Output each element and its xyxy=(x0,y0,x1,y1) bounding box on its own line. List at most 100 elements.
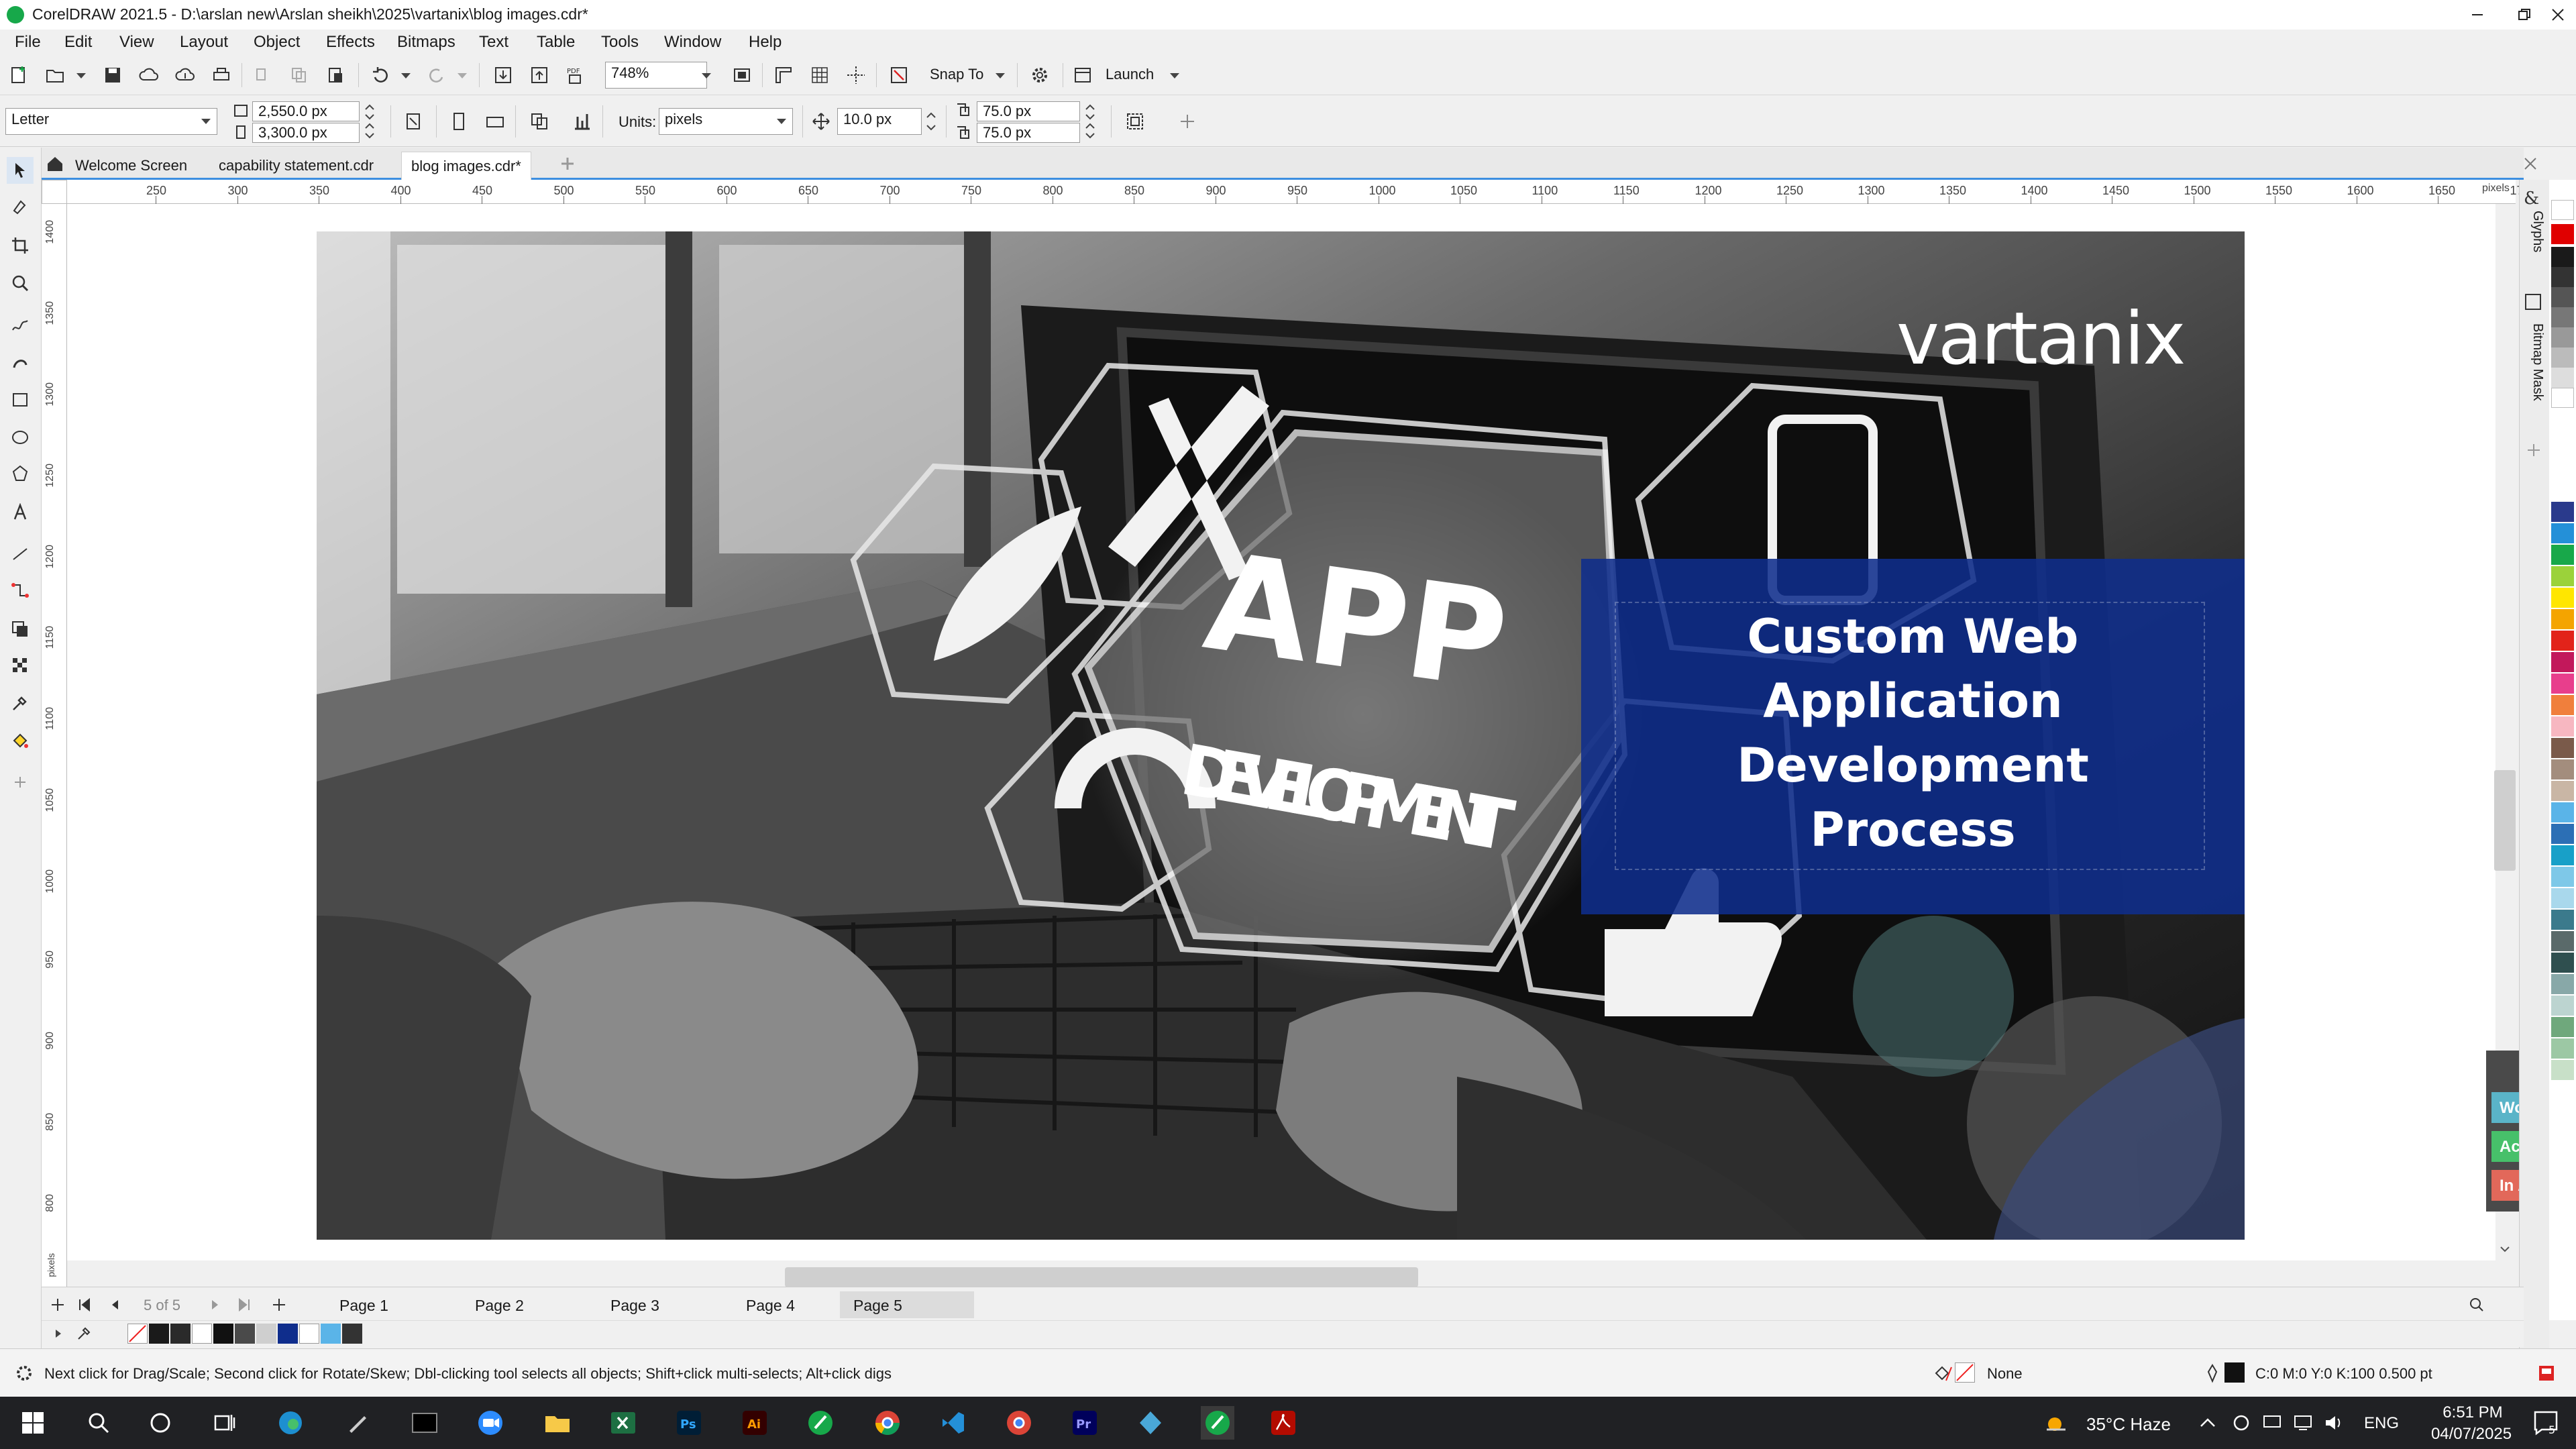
add-docker-icon[interactable] xyxy=(2525,441,2545,462)
edit-bleed-icon[interactable] xyxy=(1122,108,1148,135)
palette-swatch[interactable] xyxy=(2551,652,2574,672)
scroll-down-icon[interactable] xyxy=(2494,1238,2516,1260)
snap-off-icon[interactable] xyxy=(885,62,912,89)
last-page-icon[interactable] xyxy=(231,1291,258,1318)
full-screen-icon[interactable] xyxy=(729,62,755,89)
palette-swatch[interactable] xyxy=(2551,716,2574,737)
volume-icon[interactable] xyxy=(2317,1406,2351,1440)
palette-swatch[interactable] xyxy=(2551,609,2574,629)
doc-swatch-black-2[interactable] xyxy=(213,1324,233,1344)
palette-swatch[interactable] xyxy=(2551,845,2574,865)
export-icon[interactable] xyxy=(526,62,553,89)
vertical-ruler[interactable]: 1400 1350 1300 1250 1200 1150 1100 1050 1000 950 9… xyxy=(42,180,67,1287)
palette-swatch[interactable] xyxy=(2551,502,2574,522)
palette-swatch[interactable] xyxy=(2551,931,2574,951)
palette-swatch[interactable] xyxy=(2551,867,2574,887)
doc-swatch-white-2[interactable] xyxy=(299,1324,319,1344)
palette-swatch[interactable] xyxy=(2551,802,2574,822)
palette-swatch[interactable] xyxy=(2551,566,2574,586)
new-document-icon[interactable] xyxy=(5,62,32,89)
options-gear-icon[interactable] xyxy=(1026,62,1053,89)
launch-label[interactable]: Launch xyxy=(1106,66,1154,83)
sync-icon[interactable] xyxy=(2224,1406,2258,1440)
palette-swatch[interactable] xyxy=(2551,347,2574,368)
launch-icon[interactable] xyxy=(1069,62,1096,89)
page-tab-3[interactable]: Page 3 xyxy=(597,1291,673,1318)
menu-text[interactable]: Text xyxy=(479,33,508,52)
palette-swatch[interactable] xyxy=(2551,910,2574,930)
eyedropper-tool-icon[interactable] xyxy=(7,690,34,716)
zoom-tool-icon[interactable] xyxy=(7,270,34,297)
doc-swatch-light-gray[interactable] xyxy=(256,1324,276,1344)
duplicate-spinner-icon[interactable] xyxy=(1080,100,1100,143)
upload-cloud-icon[interactable] xyxy=(136,62,162,89)
doc-swatch-black[interactable] xyxy=(149,1324,169,1344)
network-icon[interactable] xyxy=(2286,1406,2320,1440)
snap-to-label[interactable]: Snap To xyxy=(930,66,983,83)
zoom-level-field[interactable]: 748% xyxy=(605,62,707,89)
coreldraw-taskbar-icon[interactable] xyxy=(804,1406,837,1440)
drop-shadow-tool-icon[interactable] xyxy=(7,616,34,643)
weather-text[interactable]: 35°C Haze xyxy=(2086,1414,2171,1435)
glyphs-tab[interactable]: Glyphs xyxy=(2525,211,2545,305)
bitmap-mask-tab[interactable]: Bitmap Mask xyxy=(2525,323,2545,458)
palette-swatch[interactable] xyxy=(2551,224,2574,244)
windows-start-icon[interactable] xyxy=(16,1406,50,1440)
tab-welcome-screen[interactable]: Welcome Screen xyxy=(66,152,197,180)
add-property-icon[interactable] xyxy=(1174,108,1201,135)
palette-swatch[interactable] xyxy=(2551,1038,2574,1059)
add-page-icon[interactable] xyxy=(44,1291,71,1318)
new-tab-icon[interactable] xyxy=(554,150,581,177)
interactive-fill-tool-icon[interactable] xyxy=(7,727,34,754)
outline-swatch-black[interactable] xyxy=(2224,1362,2245,1383)
menu-tools[interactable]: Tools xyxy=(601,33,639,52)
panel-title[interactable]: Custom Web Application Development Proce… xyxy=(1581,604,2245,862)
palette-swatch[interactable] xyxy=(2551,1060,2574,1080)
save-icon[interactable] xyxy=(99,62,126,89)
chrome-icon[interactable] xyxy=(871,1406,904,1440)
pen-app-icon[interactable] xyxy=(341,1406,374,1440)
illustrator-icon[interactable]: Ai xyxy=(738,1406,771,1440)
palette-swatch[interactable] xyxy=(2551,523,2574,543)
palette-swatch[interactable] xyxy=(2551,824,2574,844)
doc-swatch-navy[interactable] xyxy=(278,1324,298,1344)
redo-dropdown-icon[interactable] xyxy=(458,73,467,78)
fill-indicator-icon[interactable] xyxy=(1929,1360,1956,1387)
ruler-origin[interactable] xyxy=(42,180,67,204)
zoom-dropdown-icon[interactable] xyxy=(702,73,711,78)
page-tab-2[interactable]: Page 2 xyxy=(462,1291,537,1318)
task-view-icon[interactable] xyxy=(208,1406,241,1440)
insert-page-icon[interactable] xyxy=(266,1291,292,1318)
clock-time[interactable]: 6:51 PM xyxy=(2432,1403,2513,1422)
title-panel[interactable]: Custom Web Application Development Proce… xyxy=(1581,559,2245,914)
open-dropdown-icon[interactable] xyxy=(76,73,86,78)
publish-pdf-icon[interactable]: PDF xyxy=(562,62,589,89)
excel-icon[interactable] xyxy=(606,1406,640,1440)
previous-page-icon[interactable] xyxy=(102,1291,129,1318)
home-icon[interactable] xyxy=(42,150,68,177)
freehand-tool-icon[interactable] xyxy=(7,313,34,339)
menu-layout[interactable]: Layout xyxy=(180,33,228,52)
page-layout-icon[interactable] xyxy=(526,108,553,135)
page-size-select[interactable]: Letter xyxy=(5,108,217,135)
palette-swatch[interactable] xyxy=(2551,974,2574,994)
nudge-spinner-icon[interactable] xyxy=(922,108,941,135)
rectangle-tool-icon[interactable] xyxy=(7,386,34,413)
doc-swatch-gray[interactable] xyxy=(235,1324,255,1344)
status-gear-icon[interactable] xyxy=(11,1360,38,1387)
menu-view[interactable]: View xyxy=(119,33,154,52)
menu-edit[interactable]: Edit xyxy=(64,33,92,52)
terminal-app-icon[interactable] xyxy=(408,1406,441,1440)
palette-swatch[interactable] xyxy=(2551,996,2574,1016)
clock-date[interactable]: 04/07/2025 xyxy=(2424,1425,2518,1444)
show-guidelines-icon[interactable] xyxy=(843,62,869,89)
align-bars-icon[interactable] xyxy=(569,108,596,135)
doc-swatch-none[interactable] xyxy=(127,1324,148,1344)
open-folder-icon[interactable] xyxy=(42,62,68,89)
display-icon[interactable] xyxy=(2255,1406,2289,1440)
language-indicator[interactable]: ENG xyxy=(2364,1414,2399,1433)
doc-swatch-white[interactable] xyxy=(192,1324,212,1344)
launch-dropdown-icon[interactable] xyxy=(1170,73,1179,78)
first-page-icon[interactable] xyxy=(71,1291,98,1318)
menu-object[interactable]: Object xyxy=(254,33,300,52)
